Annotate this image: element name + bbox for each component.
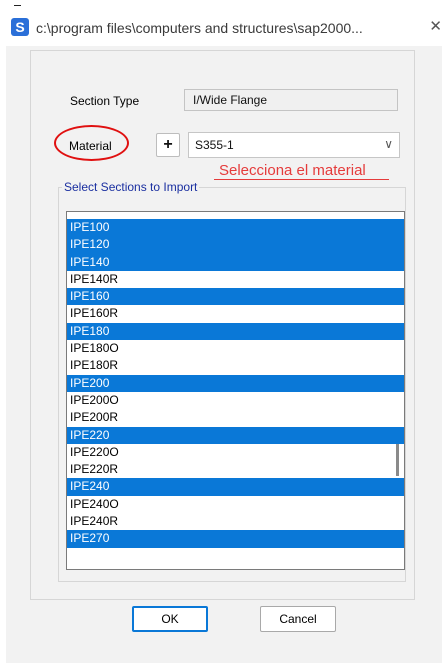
material-dropdown[interactable]: S355-1 ∨ (188, 132, 400, 158)
ok-button[interactable]: OK (132, 606, 208, 632)
section-type-field: I/Wide Flange (184, 89, 398, 111)
list-item[interactable]: IPE220 (67, 426, 404, 444)
chevron-down-icon: ∨ (384, 137, 393, 151)
list-item[interactable]: IPE140R (67, 271, 404, 288)
list-item[interactable]: IPE120 (67, 236, 404, 254)
material-dropdown-value: S355-1 (195, 138, 234, 152)
list-item[interactable]: IPE160 (67, 288, 404, 306)
sections-listbox[interactable]: IPE100 IPE120 IPE140 IPE140R IPE160 IPE160R IP… (66, 211, 405, 570)
title-bar: S c:\program files\computers and structu… (6, 10, 442, 46)
window-title: c:\program files\computers and structure… (36, 20, 363, 36)
list-item[interactable]: IPE160R (67, 305, 404, 322)
add-material-button[interactable]: + (156, 133, 180, 157)
highlight-ellipse (54, 125, 129, 161)
annotation-text: Selecciona el material (219, 162, 366, 179)
list-item[interactable]: IPE270 (67, 530, 404, 548)
list-item[interactable]: IPE100 (67, 219, 404, 237)
list-item[interactable]: IPE200 (67, 374, 404, 392)
select-sections-legend: Select Sections to Import (62, 180, 200, 194)
list-item[interactable]: IPE240R (67, 513, 404, 530)
list-item[interactable]: IPE180O (67, 340, 404, 357)
list-item[interactable]: IPE200R (67, 409, 404, 426)
list-item[interactable]: IPE240 (67, 478, 404, 496)
list-item[interactable]: IPE220O (67, 444, 404, 461)
annotation-underline (214, 179, 389, 180)
sap2000-app-icon: S (11, 18, 29, 36)
cancel-button[interactable]: Cancel (260, 606, 336, 632)
close-icon[interactable]: ✕ (428, 16, 442, 38)
section-type-label: Section Type (70, 94, 140, 108)
list-item[interactable]: IPE180R (67, 357, 404, 374)
list-item[interactable]: IPE240O (67, 496, 404, 513)
list-item[interactable]: IPE180 (67, 322, 404, 341)
list-top-padding (67, 212, 404, 219)
list-item[interactable]: IPE200O (67, 392, 404, 409)
list-scrollbar-thumb[interactable] (396, 444, 399, 476)
list-item[interactable]: IPE140 (67, 253, 404, 271)
list-item[interactable]: IPE220R (67, 461, 404, 478)
edge-mark (14, 5, 21, 6)
